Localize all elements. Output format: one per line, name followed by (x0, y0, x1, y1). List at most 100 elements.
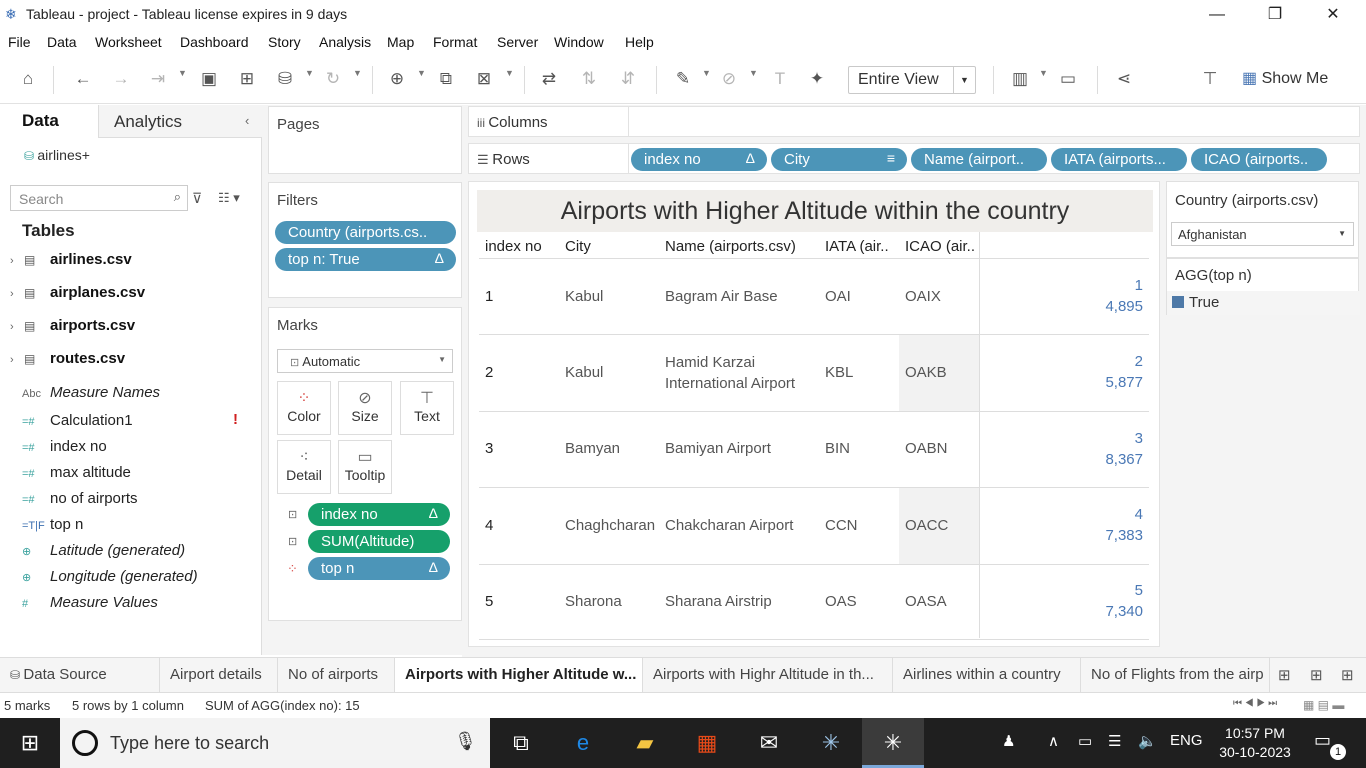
sheet-nav-buttons[interactable]: ⏮ ◀ ▶ ⏭ (1233, 698, 1277, 709)
new-worksheet-icon[interactable]: ⊞ (1278, 666, 1291, 684)
view-options-icon[interactable]: ☷ ▾ (218, 190, 240, 206)
rows-pill-icao[interactable]: ICAO (airports.. (1191, 148, 1327, 171)
mark-text[interactable]: 1 4,895 (1105, 275, 1143, 317)
file-explorer-icon[interactable]: ▰ (630, 728, 660, 758)
field-item[interactable]: # Measure Values (22, 594, 158, 611)
rows-pill-index-no[interactable]: index no Δ (631, 148, 767, 171)
country-dropdown[interactable]: Afghanistan ▼ (1171, 222, 1354, 246)
filters-card[interactable]: Filters Country (airports.cs.. top n: Tr… (268, 182, 462, 298)
header-index-no[interactable]: index no (485, 238, 542, 255)
volume-icon[interactable]: 🔈 (1138, 732, 1157, 750)
new-worksheet-icon[interactable]: ⊕ (384, 66, 410, 92)
refresh-icon[interactable]: ↻ (320, 66, 346, 92)
tab-airport-details[interactable]: Airport details (160, 658, 278, 693)
chevron-down-icon[interactable]: ▼ (749, 68, 758, 78)
legend-item[interactable]: True (1167, 291, 1360, 315)
menu-analysis[interactable]: Analysis (319, 34, 371, 50)
menu-dashboard[interactable]: Dashboard (180, 34, 249, 50)
chevron-down-icon[interactable]: ▼ (417, 68, 426, 78)
tab-airports-higher-altitude[interactable]: Airports with Higher Altitude w... (395, 658, 643, 693)
microphone-icon[interactable]: 🎙 (454, 731, 477, 752)
store-icon[interactable]: ▦ (692, 728, 722, 758)
sort-descending-icon[interactable]: ⇵ (615, 66, 641, 92)
field-item[interactable]: Abc Measure Names (22, 384, 160, 401)
tab-no-of-airports[interactable]: No of airports (278, 658, 395, 693)
table-item[interactable]: › ▤ routes.csv (10, 350, 125, 367)
show-cards-icon[interactable]: ▥ (1007, 66, 1033, 92)
redo-icon[interactable]: → (108, 66, 134, 92)
field-item[interactable]: =# max altitude (22, 464, 131, 481)
mark-text[interactable]: 5 7,340 (1105, 580, 1143, 622)
marks-pill-top-n[interactable]: top n Δ (308, 557, 450, 580)
text-button[interactable]: ⊤ Text (400, 381, 454, 435)
chevron-down-icon[interactable]: ▼ (702, 68, 711, 78)
chevron-down-icon[interactable]: ▼ (305, 68, 314, 78)
chevron-right-icon[interactable]: › (10, 288, 24, 300)
field-item[interactable]: ⊕ Latitude (generated) (22, 542, 185, 559)
header-icao[interactable]: ICAO (air.. (905, 238, 975, 255)
chevron-right-icon[interactable]: › (10, 255, 24, 267)
taskbar-search-input[interactable]: Type here to search 🎙 (60, 718, 490, 768)
tab-airports-highr-altitude[interactable]: Airports with Highr Altitude in th... (643, 658, 893, 693)
minimize-button[interactable]: — (1188, 0, 1246, 30)
field-item[interactable]: =# Calculation1 (22, 412, 133, 429)
rows-shelf[interactable]: ☰ Rows index no Δ City ≡ Name (airport.. I… (468, 143, 1360, 174)
new-dashboard-icon[interactable]: ⊞ (1310, 666, 1323, 684)
mark-text[interactable]: 3 8,367 (1105, 428, 1143, 470)
fix-axes-icon[interactable]: ✦ (804, 66, 830, 92)
swap-rows-columns-icon[interactable]: ⇄ (536, 66, 562, 92)
format-painter-icon[interactable]: ⊤ (1197, 66, 1223, 92)
tableau-active-taskbar-item[interactable]: ✳ (862, 718, 924, 768)
chevron-down-icon[interactable]: ▼ (438, 355, 446, 364)
mark-text[interactable]: 2 5,877 (1105, 351, 1143, 393)
search-input[interactable]: Search ⌕ (10, 185, 188, 211)
rows-pill-city[interactable]: City ≡ (771, 148, 907, 171)
tab-no-of-flights[interactable]: No of Flights from the airp (1081, 658, 1270, 693)
save-icon[interactable]: ▣ (196, 66, 222, 92)
view-size-select[interactable]: Entire View ▼ (848, 66, 976, 94)
filter-pill-top-n[interactable]: top n: True Δ (275, 248, 456, 271)
datasource-item[interactable]: ⛁ airlines+ (24, 147, 90, 163)
color-button[interactable]: ⁘ Color (277, 381, 331, 435)
marks-pill-index-no[interactable]: index no Δ (308, 503, 450, 526)
menu-map[interactable]: Map (387, 34, 414, 50)
field-item[interactable]: ⊕ Longitude (generated) (22, 568, 198, 585)
tab-airlines-within-country[interactable]: Airlines within a country (893, 658, 1081, 693)
new-story-icon[interactable]: ⊞ (1341, 666, 1354, 684)
chevron-down-icon[interactable]: ▼ (178, 68, 187, 78)
chevron-down-icon[interactable]: ▼ (1338, 229, 1346, 238)
duplicate-sheet-icon[interactable]: ⧉ (433, 66, 459, 92)
table-item[interactable]: › ▤ airplanes.csv (10, 284, 145, 301)
home-icon[interactable]: ⌂ (15, 66, 41, 92)
field-item[interactable]: =# no of airports (22, 490, 138, 507)
size-button[interactable]: ⊘ Size (338, 381, 392, 435)
language-indicator[interactable]: ENG (1170, 732, 1203, 749)
menu-help[interactable]: Help (625, 34, 654, 50)
chevron-down-icon[interactable]: ▼ (353, 68, 362, 78)
sort-ascending-icon[interactable]: ⇅ (576, 66, 602, 92)
chevron-down-icon[interactable]: ▼ (1039, 68, 1048, 78)
mail-icon[interactable]: ✉ (754, 728, 784, 758)
task-view-icon[interactable]: ⧉ (506, 728, 536, 758)
mark-text[interactable]: 4 7,383 (1105, 504, 1143, 546)
chevron-right-icon[interactable]: › (10, 321, 24, 333)
columns-shelf[interactable]: iii Columns (468, 106, 1360, 137)
chevron-down-icon[interactable]: ▼ (505, 68, 514, 78)
chevron-right-icon[interactable]: › (10, 354, 24, 366)
menu-data[interactable]: Data (47, 34, 77, 50)
collapse-pane-icon[interactable]: ‹ (245, 113, 249, 128)
rows-pill-iata[interactable]: IATA (airports... (1051, 148, 1187, 171)
menu-worksheet[interactable]: Worksheet (95, 34, 162, 50)
edge-browser-icon[interactable]: e (568, 728, 598, 758)
people-icon[interactable]: ♟ (1002, 732, 1015, 750)
show-labels-icon[interactable]: T (767, 66, 793, 92)
menu-story[interactable]: Story (268, 34, 301, 50)
tab-data-source[interactable]: ⛁ Data Source (0, 658, 160, 693)
pause-updates-icon[interactable]: ⛁ (272, 66, 298, 92)
detail-button[interactable]: ⁖ Detail (277, 440, 331, 494)
menu-format[interactable]: Format (433, 34, 477, 50)
tab-data[interactable]: Data (0, 105, 98, 138)
clock[interactable]: 10:57 PM 30-10-2023 (1215, 724, 1295, 762)
filter-pill-country[interactable]: Country (airports.cs.. (275, 221, 456, 244)
battery-icon[interactable]: ▭ (1078, 732, 1092, 750)
